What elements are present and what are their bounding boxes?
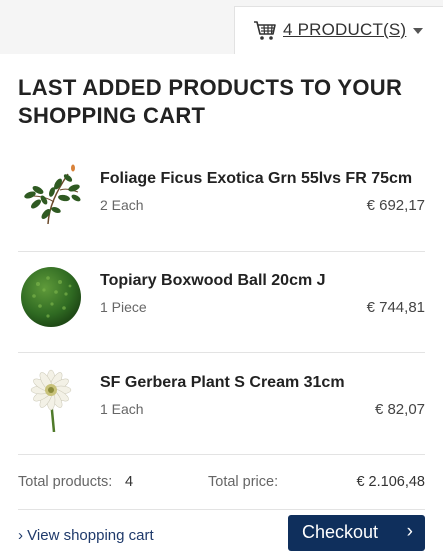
ficus-product-image[interactable] [18, 162, 84, 228]
cart-item: Topiary Boxwood Ball 20cm J 1 Piece € 74… [18, 254, 425, 350]
total-products-value: 4 [125, 474, 134, 490]
product-name[interactable]: SF Gerbera Plant S Cream 31cm [100, 374, 345, 392]
total-price-label: Total price: [208, 474, 279, 490]
divider [18, 454, 425, 455]
checkout-button[interactable]: Checkout › [288, 515, 425, 551]
divider [18, 509, 425, 510]
total-price-value: € 2.106,48 [356, 474, 425, 490]
product-quantity: 1 Piece [100, 299, 147, 315]
product-quantity: 1 Each [100, 401, 144, 417]
product-price: € 692,17 [366, 197, 425, 214]
chevron-right-icon: › [406, 521, 413, 542]
boxwood-product-image[interactable] [18, 264, 84, 330]
cart-totals: Total products: 4 Total price: € 2.106,4… [18, 472, 425, 494]
divider [18, 251, 425, 252]
product-price: € 82,07 [374, 401, 425, 418]
cart-dropdown-toggle[interactable]: 4 PRODUCT(S) [234, 6, 443, 54]
cart-heading: LAST ADDED PRODUCTS TO YOUR SHOPPING CAR… [18, 75, 403, 128]
top-bar: 4 PRODUCT(S) [0, 0, 443, 54]
product-name[interactable]: Foliage Ficus Exotica Grn 55lvs FR 75cm [100, 170, 412, 188]
total-products-label: Total products: [18, 474, 113, 490]
product-quantity: 2 Each [100, 197, 144, 213]
cart-item: Foliage Ficus Exotica Grn 55lvs FR 75cm … [18, 152, 425, 248]
chevron-down-icon [413, 28, 423, 34]
product-name[interactable]: Topiary Boxwood Ball 20cm J [100, 272, 326, 290]
checkout-label: Checkout [302, 522, 379, 542]
product-price: € 744,81 [366, 299, 425, 316]
cart-count-label[interactable]: 4 PRODUCT(S) [283, 20, 406, 40]
cart-item: SF Gerbera Plant S Cream 31cm 1 Each € 8… [18, 356, 425, 452]
view-shopping-cart-link[interactable]: › View shopping cart [18, 527, 154, 544]
divider [18, 352, 425, 353]
gerbera-product-image[interactable] [18, 366, 84, 432]
shopping-cart-icon [254, 21, 276, 40]
